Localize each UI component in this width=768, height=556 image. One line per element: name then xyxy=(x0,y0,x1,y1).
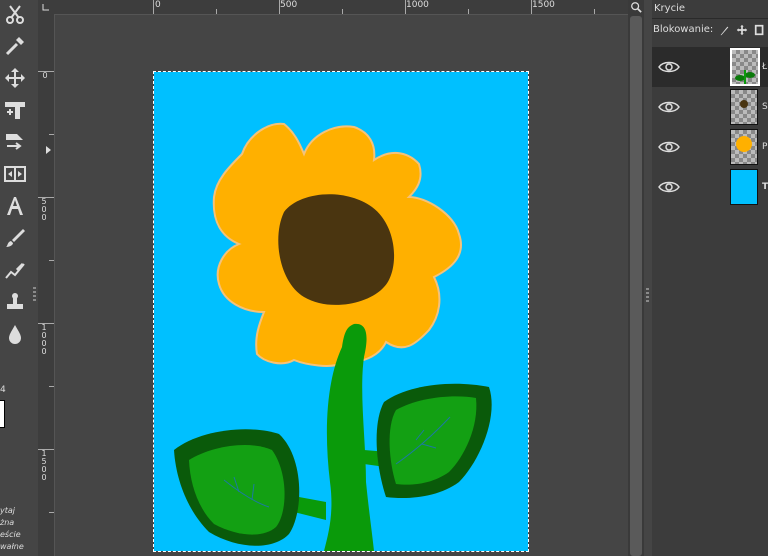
layer-row[interactable]: P xyxy=(652,127,768,167)
ruler-label: 500 xyxy=(280,0,298,10)
layer-name: Ś xyxy=(762,102,768,112)
color-picker-icon[interactable] xyxy=(2,33,28,59)
ruler-label: 0 xyxy=(155,0,161,10)
opacity-label: Krycie xyxy=(652,0,768,19)
crop-tool-icon[interactable] xyxy=(2,97,28,123)
paintbrush-tool-icon[interactable] xyxy=(2,225,28,251)
visibility-eye-icon[interactable] xyxy=(658,140,680,154)
color-swatch[interactable] xyxy=(0,400,5,428)
ruler-label: 1500 xyxy=(532,0,555,10)
visibility-eye-icon[interactable] xyxy=(658,180,680,194)
ruler-label: 1000 xyxy=(41,323,47,356)
vertical-scrollbar[interactable] xyxy=(628,14,644,556)
ruler-label: 1500 xyxy=(41,449,47,482)
flip-tool-icon[interactable] xyxy=(2,161,28,187)
option-label-fragment: wałne xyxy=(0,542,24,551)
layer-thumbnail-center xyxy=(730,89,758,125)
horizontal-ruler[interactable]: 0 500 1000 1500 xyxy=(54,0,628,15)
image-canvas[interactable] xyxy=(153,71,529,552)
lock-position-icon[interactable] xyxy=(735,23,749,37)
visibility-eye-icon[interactable] xyxy=(658,100,680,114)
navigate-zoom-icon[interactable] xyxy=(628,0,644,14)
lock-pixels-icon[interactable] xyxy=(717,23,731,37)
ruler-tick xyxy=(153,0,154,14)
text-tool-icon[interactable] xyxy=(2,193,28,219)
option-label-fragment: ytaj xyxy=(0,506,15,515)
layers-panel: Krycie Blokowanie: Ł Ś P T xyxy=(652,0,768,556)
dock-resize-handle[interactable] xyxy=(646,288,649,304)
unified-transform-icon[interactable] xyxy=(2,129,28,155)
sunflower-drawing xyxy=(174,122,492,551)
toolbox: 4 ytaj żna eście wałne xyxy=(0,0,38,556)
layer-row[interactable]: T xyxy=(652,167,768,207)
layer-row[interactable]: Ł xyxy=(652,47,768,87)
layer-name: T xyxy=(762,182,768,192)
canvas-area[interactable] xyxy=(55,15,627,556)
clone-tool-icon[interactable] xyxy=(2,289,28,315)
ruler-corner[interactable] xyxy=(38,0,54,14)
visibility-eye-icon[interactable] xyxy=(658,60,680,74)
ruler-tick xyxy=(405,0,406,14)
layer-thumbnail-background xyxy=(730,169,758,205)
option-label-fragment: eście xyxy=(0,530,21,539)
ruler-pointer-icon xyxy=(46,146,51,154)
layer-row[interactable]: Ś xyxy=(652,87,768,127)
ruler-label: 1000 xyxy=(406,0,429,10)
scissors-select-icon[interactable] xyxy=(2,2,28,28)
dock-resize-handle[interactable] xyxy=(33,287,36,303)
ruler-tick xyxy=(279,0,280,14)
ruler-label: 500 xyxy=(41,197,47,222)
scrollbar-thumb[interactable] xyxy=(630,16,642,556)
ruler-tick xyxy=(38,323,54,324)
blur-tool-icon[interactable] xyxy=(2,321,28,347)
lock-alpha-icon[interactable] xyxy=(753,23,767,37)
layer-name: P xyxy=(762,142,768,152)
vertical-ruler[interactable]: 0 500 1000 1500 xyxy=(38,14,55,556)
ruler-label: 0 xyxy=(42,71,48,80)
option-label-fragment: żna xyxy=(0,518,15,527)
layer-thumbnail-leaves xyxy=(730,48,760,86)
layer-name: Ł xyxy=(762,62,768,72)
ruler-tick xyxy=(531,0,532,14)
ruler-tick xyxy=(38,71,54,72)
layer-thumbnail-petals xyxy=(730,129,758,165)
size-value-fragment: 4 xyxy=(0,385,6,395)
move-tool-icon[interactable] xyxy=(2,65,28,91)
ruler-tick xyxy=(38,449,54,450)
lock-row: Blokowanie: xyxy=(652,19,768,41)
lock-label: Blokowanie: xyxy=(653,24,714,35)
ruler-tick xyxy=(38,197,54,198)
smudge-tool-icon[interactable] xyxy=(2,257,28,283)
